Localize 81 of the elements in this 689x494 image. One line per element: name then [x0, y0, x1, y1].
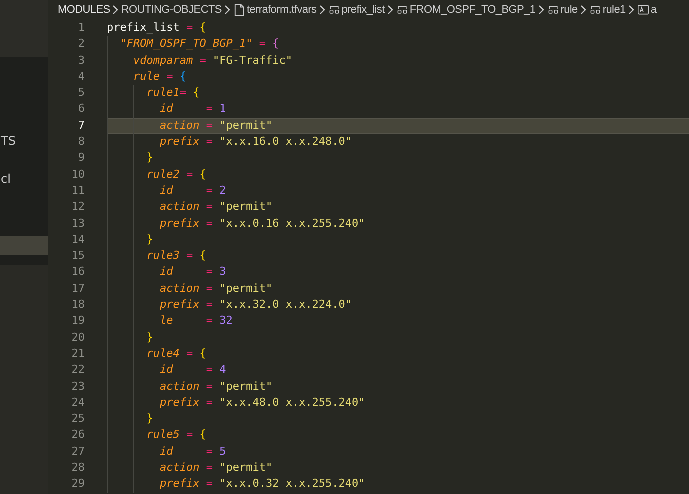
- code-line: rule3 = {: [146, 248, 208, 264]
- line-number: 27: [70, 444, 86, 460]
- line-number: 5: [77, 85, 86, 102]
- braces-icon: [548, 4, 559, 16]
- breadcrumb-item[interactable]: MODULES: [58, 4, 110, 16]
- line-number: 23: [70, 378, 86, 395]
- line-number: 7: [77, 118, 86, 134]
- sidebar-item[interactable]: TS: [0, 132, 48, 151]
- chevron-icon: [112, 5, 120, 15]
- breadcrumb-item[interactable]: terraform.tfvars: [246, 4, 317, 16]
- chevron-icon: [224, 5, 231, 15]
- chevron-icon: [386, 5, 394, 15]
- code-line: id = 5: [158, 444, 228, 460]
- line-number: 11: [70, 182, 86, 199]
- line-number: 20: [70, 330, 86, 346]
- breadcrumb-item[interactable]: rule1: [602, 4, 626, 16]
- braces-icon: [396, 4, 408, 16]
- code-line: prefix = "x.x.32.0 x.x.224.0": [158, 297, 354, 314]
- line-number: 1: [77, 20, 86, 36]
- code-line: id = 2: [158, 182, 228, 199]
- line-number: 21: [70, 346, 86, 362]
- code-line: id = 1: [158, 101, 228, 118]
- code-line: rule4 = {: [146, 346, 208, 362]
- code-line: action = "permit": [158, 199, 274, 216]
- chevron-icon: [580, 5, 587, 15]
- code-line: }: [146, 232, 154, 248]
- line-number: 17: [70, 280, 86, 297]
- line-number: 22: [70, 362, 86, 378]
- file-icon: [234, 3, 245, 17]
- code-line: "FROM_OSPF_TO_BGP_1" = {: [119, 36, 280, 52]
- code-line: action = "permit": [158, 378, 274, 395]
- code-line: rule1= {: [146, 85, 201, 102]
- line-number: 24: [70, 394, 86, 411]
- code-line: prefix_list = {: [107, 20, 208, 36]
- line-number: 28: [70, 460, 86, 476]
- code-line: prefix = "x.x.0.16 x.x.255.240": [158, 216, 366, 232]
- breadcrumb-item[interactable]: a: [650, 4, 657, 16]
- code-line: vdomparam = "FG-Traffic": [132, 52, 294, 69]
- line-number: 4: [77, 68, 86, 85]
- line-number: 26: [70, 427, 86, 444]
- chevron-icon: [318, 5, 326, 15]
- code-line: }: [146, 411, 154, 428]
- breadcrumb-item[interactable]: FROM_OSPF_TO_BGP_1: [410, 4, 536, 16]
- code-line: id = 3: [158, 264, 228, 280]
- line-number: 9: [77, 150, 86, 166]
- chevron-icon: [538, 5, 545, 15]
- line-number: 15: [70, 248, 86, 264]
- sidebar-item[interactable]: cl: [0, 170, 48, 189]
- line-number: 25: [70, 411, 86, 428]
- code-line: prefix = "x.x.16.0 x.x.248.0": [158, 134, 354, 150]
- line-number: 29: [70, 476, 86, 492]
- code-line: rule2 = {: [146, 166, 208, 183]
- code-line: prefix = "x.x.0.32 x.x.255.240": [158, 476, 366, 492]
- breadcrumb-item[interactable]: rule: [560, 4, 578, 16]
- braces-icon: [590, 4, 601, 16]
- breadcrumb-item[interactable]: prefix_list: [342, 4, 385, 16]
- code-line: rule5 = {: [146, 427, 208, 444]
- code-line: action = "permit": [158, 460, 274, 476]
- breadcrumb-item[interactable]: ROUTING-OBJECTS: [121, 4, 222, 16]
- line-number: 19: [70, 313, 86, 330]
- code-line: prefix = "x.x.48.0 x.x.255.240": [158, 394, 366, 411]
- code-line: action = "permit": [158, 280, 274, 297]
- code-line: }: [146, 330, 154, 346]
- line-number: 12: [70, 199, 86, 216]
- code-line: }: [146, 150, 154, 166]
- line-number: 6: [77, 101, 86, 118]
- braces-icon: [328, 4, 340, 16]
- line-number: 10: [70, 166, 86, 183]
- line-number: 8: [77, 134, 86, 150]
- line-number: 16: [70, 264, 86, 280]
- line-number: 3: [77, 52, 86, 69]
- code-line: id = 4: [158, 362, 228, 378]
- sidebar-item[interactable]: [0, 236, 48, 255]
- line-number: 13: [70, 216, 86, 232]
- chevron-icon: [628, 5, 635, 15]
- field-icon: [638, 4, 649, 16]
- line-number: 18: [70, 297, 86, 314]
- code-line: rule = {: [132, 68, 188, 85]
- line-number: 2: [77, 36, 86, 52]
- code-line: le = 32: [158, 313, 234, 330]
- line-number: 14: [70, 232, 86, 248]
